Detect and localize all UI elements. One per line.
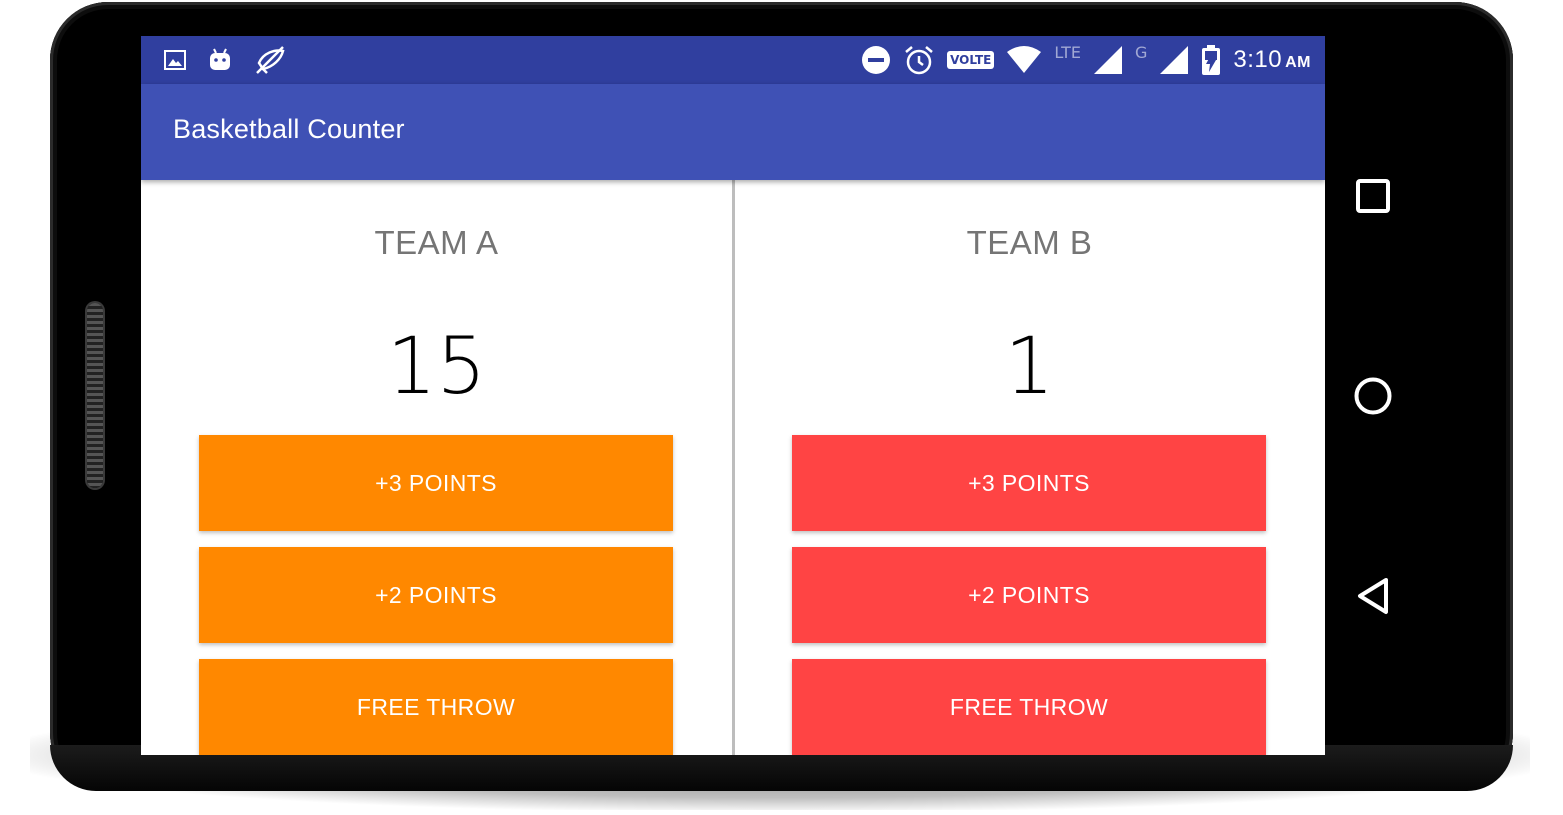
status-left-icons (163, 44, 287, 76)
team-a-score: 15 (386, 322, 487, 412)
recents-square-icon (1355, 178, 1391, 214)
recents-button[interactable] (1343, 166, 1403, 226)
team-b-plus-3-button[interactable]: +3 POINTS (792, 435, 1266, 531)
status-clock: 3:10 AM (1233, 46, 1311, 74)
app-title: Basketball Counter (173, 114, 405, 144)
alarm-icon (903, 44, 935, 76)
home-circle-icon (1353, 376, 1393, 416)
team-b-plus-2-button[interactable]: +2 POINTS (792, 547, 1266, 643)
phone-screen: VOLTE LTE G 3:10 AM Basketball Counter T… (141, 36, 1325, 755)
lte-label: LTE (1054, 42, 1081, 62)
device-stage: VOLTE LTE G 3:10 AM Basketball Counter T… (0, 0, 1563, 815)
home-button[interactable] (1343, 366, 1403, 426)
team-b-name: TEAM B (966, 224, 1093, 261)
team-a-name: TEAM A (374, 224, 499, 261)
team-b-score: 1 (1004, 322, 1055, 412)
clock-ampm: AM (1285, 54, 1311, 71)
team-a-plus-3-button[interactable]: +3 POINTS (199, 435, 673, 531)
volte-icon: VOLTE (947, 51, 995, 69)
team-a-plus-2-button[interactable]: +2 POINTS (199, 547, 673, 643)
app-bar: Basketball Counter (141, 84, 1325, 180)
team-a-panel: TEAM A 15 +3 POINTS +2 POINTS FREE THROW (141, 180, 732, 755)
status-bar: VOLTE LTE G 3:10 AM (141, 36, 1325, 84)
speaker-grille (87, 303, 103, 488)
back-button[interactable] (1343, 566, 1403, 626)
team-a-free-throw-button[interactable]: FREE THROW (199, 659, 673, 755)
team-b-panel: TEAM B 1 +3 POINTS +2 POINTS FREE THROW (734, 180, 1325, 755)
status-right-icons: VOLTE LTE G 3:10 AM (861, 42, 1311, 78)
muted-mic-icon (253, 45, 287, 75)
g-label: G (1134, 42, 1148, 62)
clock-time: 3:10 (1233, 46, 1283, 73)
g-signal-icon (1159, 45, 1189, 75)
wifi-icon (1006, 46, 1042, 74)
battery-charging-icon (1201, 44, 1221, 76)
team-b-free-throw-button[interactable]: FREE THROW (792, 659, 1266, 755)
android-icon (207, 47, 233, 73)
do-not-disturb-icon (861, 45, 891, 75)
lte-signal-icon (1093, 45, 1123, 75)
image-icon (163, 49, 187, 71)
navigation-bar (1325, 36, 1421, 755)
back-triangle-icon (1355, 576, 1391, 616)
scoreboard: TEAM A 15 +3 POINTS +2 POINTS FREE THROW… (141, 180, 1325, 755)
